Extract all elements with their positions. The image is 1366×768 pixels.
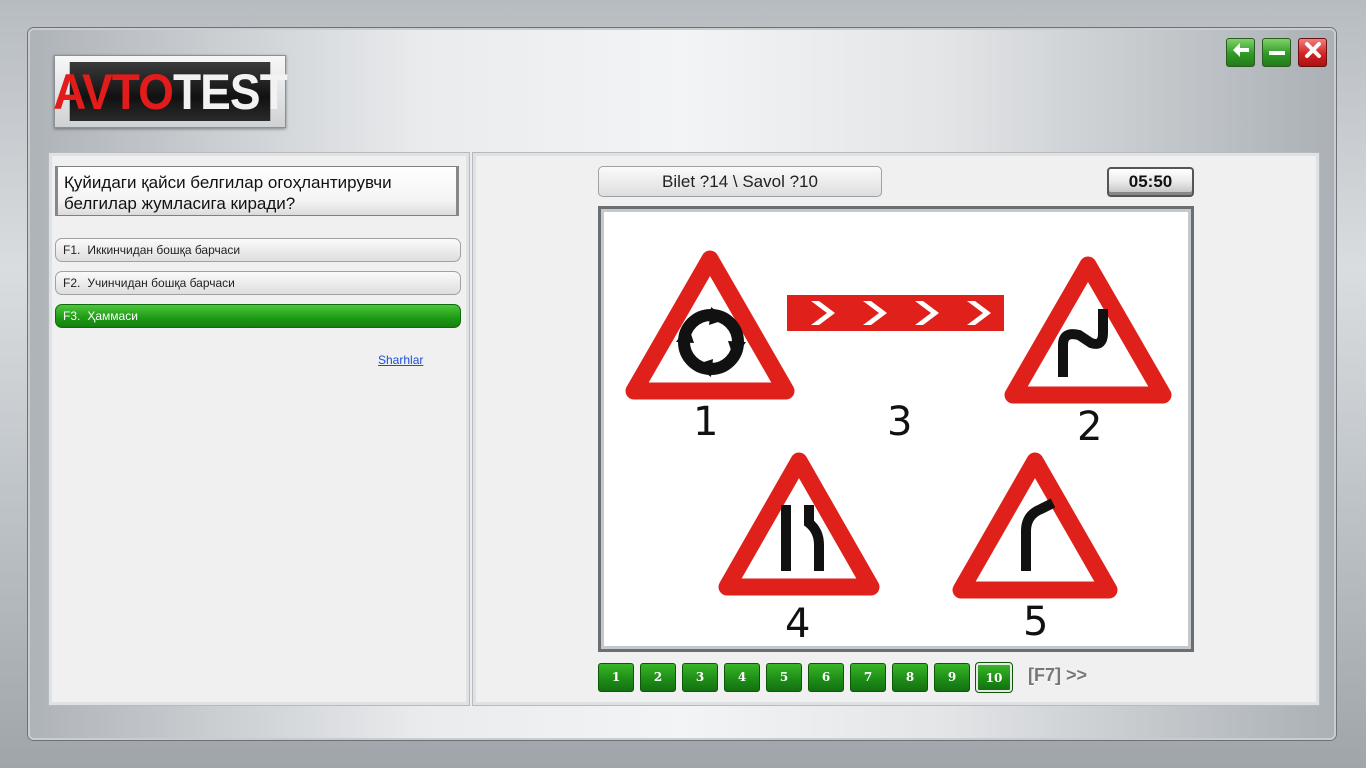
sign-label-2: 2 xyxy=(1077,404,1103,450)
question-nav-3[interactable]: 3 xyxy=(682,663,718,692)
close-icon xyxy=(1304,41,1322,65)
answer-label: Иккинчидан бошқа барчаси xyxy=(87,243,241,257)
minimize-icon xyxy=(1268,41,1286,64)
question-nav-5[interactable]: 5 xyxy=(766,663,802,692)
logo-text: AVTO TEST xyxy=(53,62,288,121)
sign-label-1: 1 xyxy=(693,399,719,445)
logo-part-avto: AVTO xyxy=(53,63,174,120)
question-nav-10[interactable]: 10 xyxy=(975,662,1013,693)
sign-label-4: 4 xyxy=(785,601,811,647)
question-nav-8[interactable]: 8 xyxy=(892,663,928,692)
minimize-button[interactable] xyxy=(1262,38,1291,67)
sign-chevron-board-icon xyxy=(787,295,1004,331)
answer-key: F3. xyxy=(63,309,81,323)
countdown-timer: 05:50 xyxy=(1107,167,1194,197)
question-nav-4[interactable]: 4 xyxy=(724,663,760,692)
app-logo: AVTO TEST xyxy=(53,55,288,128)
answer-option-2[interactable]: F2. Учинчидан бошқа барчаси xyxy=(55,271,461,295)
close-button[interactable] xyxy=(1298,38,1327,67)
answer-option-1[interactable]: F1. Иккинчидан бошқа барчаси xyxy=(55,238,461,262)
answer-key: F1. xyxy=(63,243,81,257)
question-image: 1 3 2 4 5 xyxy=(598,206,1194,652)
sign-double-bend-icon xyxy=(1004,256,1172,404)
question-nav-6[interactable]: 6 xyxy=(808,663,844,692)
logo-part-test: TEST xyxy=(172,63,288,120)
sign-right-bend-icon xyxy=(952,452,1118,599)
comments-link[interactable]: Sharhlar xyxy=(378,353,423,367)
sign-road-narrows-icon xyxy=(718,452,880,596)
next-question-button[interactable]: [F7] >> xyxy=(1028,665,1087,686)
question-nav-2[interactable]: 2 xyxy=(640,663,676,692)
back-button[interactable] xyxy=(1226,38,1255,67)
answer-key: F2. xyxy=(63,276,81,290)
question-nav-9[interactable]: 9 xyxy=(934,663,970,692)
question-nav-1[interactable]: 1 xyxy=(598,663,634,692)
question-text: Қуйидаги қайси белгилар огоҳлантирувчи б… xyxy=(55,166,459,216)
answer-label: Учинчидан бошқа барчаси xyxy=(87,276,235,290)
ticket-question-label: Bilet ?14 \ Savol ?10 xyxy=(598,166,882,197)
arrow-left-icon xyxy=(1232,41,1250,64)
question-nav-7[interactable]: 7 xyxy=(850,663,886,692)
answer-option-3[interactable]: F3. Ҳаммаси xyxy=(55,304,461,328)
sign-roundabout-icon xyxy=(625,250,795,400)
answer-label: Ҳаммаси xyxy=(87,309,138,323)
question-panel xyxy=(48,152,470,706)
sign-label-5: 5 xyxy=(1023,599,1049,645)
sign-label-3: 3 xyxy=(887,399,913,445)
